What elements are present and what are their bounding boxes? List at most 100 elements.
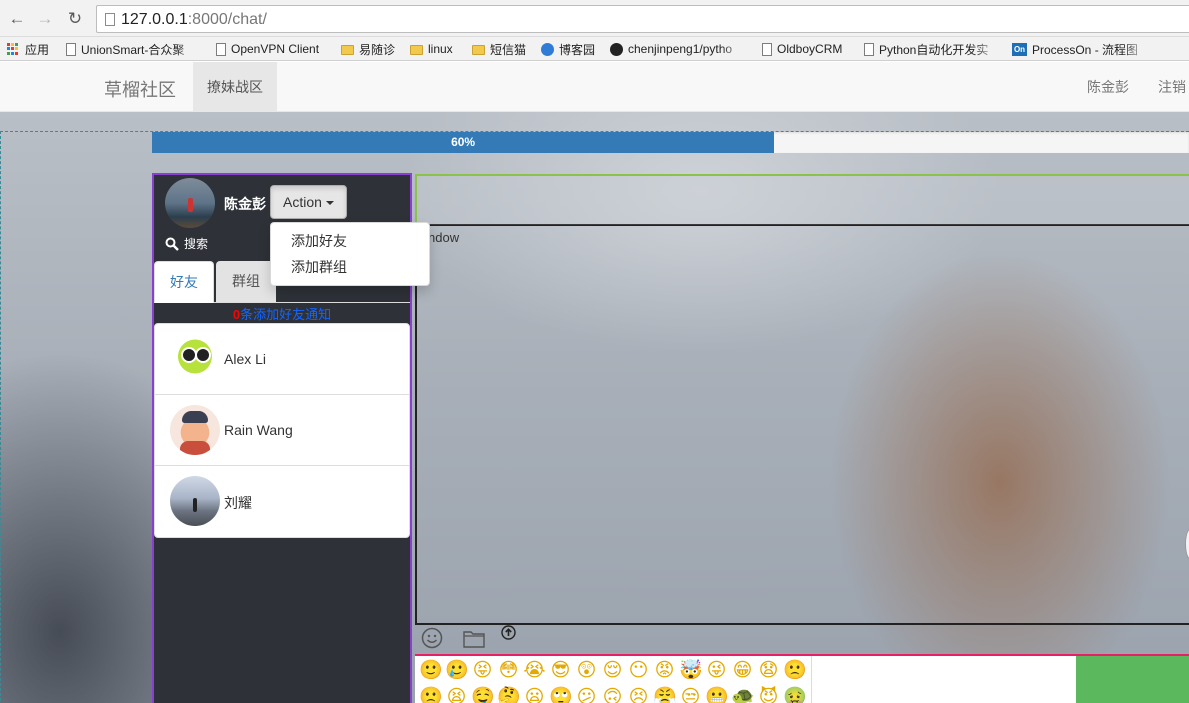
landscape-avatar: [170, 476, 220, 526]
emoji-option[interactable]: 😡: [653, 659, 676, 682]
emoji-option[interactable]: 😎: [549, 659, 572, 682]
nav-item-active[interactable]: 撩妹战区: [193, 62, 277, 112]
progress-fill: 60%: [152, 132, 775, 153]
emoji-option[interactable]: 🥲: [445, 659, 469, 682]
bookmark-openvpn[interactable]: OpenVPN Client: [216, 37, 319, 61]
caret-down-icon: [325, 201, 334, 206]
search-trigger[interactable]: 搜索: [165, 235, 208, 252]
emoji-option[interactable]: 🤯: [679, 659, 703, 682]
emoji-option[interactable]: 😶: [627, 659, 650, 682]
emoji-option[interactable]: 😈: [757, 686, 780, 703]
menu-item-add-friend[interactable]: 添加好友: [271, 228, 429, 254]
emoji-option[interactable]: 😭: [523, 659, 546, 682]
emoji-option[interactable]: 😬: [705, 686, 729, 703]
my-name: 陈金彭: [224, 196, 266, 212]
emoji-option[interactable]: 😦: [523, 686, 546, 703]
emoji-option[interactable]: 😣: [627, 686, 650, 703]
nav-user[interactable]: 陈金彭: [1087, 62, 1129, 112]
github-icon: [610, 42, 623, 56]
chat-toolbar: [415, 625, 1189, 653]
menu-item-add-group[interactable]: 添加群组: [271, 254, 429, 280]
emoji-option[interactable]: 😧: [757, 659, 780, 682]
emoji-option[interactable]: 😫: [445, 686, 468, 703]
contact-name: Rain Wang: [224, 422, 293, 438]
chat-window: ndow: [415, 225, 1189, 625]
notice-text: 条添加好友通知: [240, 307, 332, 322]
brand-link[interactable]: 草榴社区: [104, 76, 176, 102]
emoji-option[interactable]: 🙁: [419, 686, 443, 703]
contact-item[interactable]: Rain Wang: [155, 395, 409, 466]
side-scroll-handle[interactable]: [1185, 529, 1189, 559]
emoji-option[interactable]: 🤤: [471, 686, 495, 703]
bookmark-oldboycrm[interactable]: OldboyCRM: [762, 37, 842, 61]
folder-icon[interactable]: [463, 629, 485, 648]
page-icon: [762, 42, 772, 56]
emoji-option[interactable]: 🙁: [783, 659, 807, 682]
emoji-option[interactable]: 🙃: [601, 686, 624, 703]
emoji-option[interactable]: 😲: [575, 659, 598, 682]
emoji-option[interactable]: 🙂: [419, 659, 443, 682]
emoji-row: 🙂 🥲 😝 😳 😭 😎 😲 😌 😶 😡 🤯 😜 😁 😧 🙁: [419, 659, 807, 682]
apps-icon: [7, 42, 20, 56]
folder-icon: [410, 45, 423, 55]
bookmark-unionsmart[interactable]: UnionSmart-合众聚: [66, 37, 202, 61]
contact-name: Alex Li: [224, 351, 267, 367]
my-avatar[interactable]: [165, 178, 215, 228]
emoji-option[interactable]: 🐢: [731, 686, 755, 703]
bookmark-github[interactable]: chenjinpeng1/pytho: [610, 37, 748, 61]
forward-icon[interactable]: →: [34, 8, 56, 30]
emoji-option[interactable]: 😕: [575, 686, 598, 703]
back-icon[interactable]: ←: [6, 8, 28, 30]
emoji-option[interactable]: 🤢: [783, 686, 807, 703]
emoji-option[interactable]: 🙄: [549, 686, 573, 703]
tab-friends[interactable]: 好友: [154, 261, 214, 303]
cartoon-avatar: [170, 405, 220, 455]
emoji-option[interactable]: 😜: [705, 659, 728, 682]
action-dropdown-button[interactable]: Action: [270, 185, 347, 219]
url-text: 127.0.0.1:8000/chat/: [121, 11, 267, 28]
chat-header: [415, 174, 1189, 225]
page-icon: [66, 42, 76, 56]
emoji-option[interactable]: 🤔: [497, 686, 521, 703]
bookmark-duanxinmao[interactable]: 短信猫: [472, 37, 526, 61]
bookmark-python[interactable]: Python自动化开发实: [864, 37, 1000, 61]
emoji-option[interactable]: 😤: [653, 686, 677, 703]
processon-icon: On: [1012, 42, 1027, 56]
bookmark-yisuizhen[interactable]: 易随诊: [341, 37, 395, 61]
bookmark-processon[interactable]: On ProcessOn - 流程图: [1012, 37, 1150, 61]
emoji-option[interactable]: 😳: [497, 659, 520, 682]
emoji-option[interactable]: 😁: [731, 659, 754, 682]
upload-icon[interactable]: [501, 625, 516, 640]
emoji-option[interactable]: 😝: [471, 659, 494, 682]
send-button[interactable]: [1076, 656, 1189, 703]
site-navbar: 草榴社区 撩妹战区 陈金彭 注销: [0, 62, 1189, 112]
emoji-row: 🙁 😫 🤤 🤔 😦 🙄 😕 🙃 😣 😤 😒 😬 🐢 😈 🤢: [419, 686, 807, 703]
friend-request-notice[interactable]: 0条添加好友通知: [154, 304, 410, 323]
action-dropdown-menu: 添加好友 添加群组: [270, 222, 430, 286]
search-icon: [165, 237, 179, 251]
page-icon: [105, 13, 115, 26]
page-icon: [216, 42, 226, 56]
folder-icon: [341, 45, 354, 55]
bookmark-cnblogs[interactable]: 博客园: [541, 37, 595, 61]
folder-icon: [472, 45, 485, 55]
message-input-row: 🙂 🥲 😝 😳 😭 😎 😲 😌 😶 😡 🤯 😜 😁 😧 🙁 🙁 😫 🤤 🤔 😦 🙄 😕 🙃 😣 😤 😒 😬 🐢 😈 🤢: [415, 654, 1189, 703]
bookmarks-bar: 应用 UnionSmart-合众聚 OpenVPN Client 易随诊 lin…: [0, 37, 1189, 61]
emoji-option[interactable]: 😌: [601, 659, 624, 682]
emoji-icon[interactable]: [421, 627, 443, 649]
emoji-option[interactable]: 😒: [679, 686, 702, 703]
tab-groups[interactable]: 群组: [216, 261, 276, 302]
nav-logout[interactable]: 注销: [1158, 62, 1186, 112]
contact-list: Alex Li Rain Wang 刘耀: [154, 323, 410, 538]
progress-bar: 60%: [152, 132, 1189, 153]
contact-item[interactable]: Alex Li: [155, 324, 409, 395]
bookmark-apps[interactable]: 应用: [7, 37, 49, 61]
contact-item[interactable]: 刘耀: [155, 466, 409, 537]
chat-page: 60% 陈金彭 Action 搜索 好友 群组 0条添加好友通知 Alex Li: [0, 112, 1189, 703]
contact-name: 刘耀: [224, 495, 252, 511]
address-bar[interactable]: 127.0.0.1:8000/chat/: [96, 5, 1189, 33]
bookmark-linux[interactable]: linux: [410, 37, 453, 61]
reload-icon[interactable]: ↻: [64, 8, 86, 30]
emoji-panel: 🙂 🥲 😝 😳 😭 😎 😲 😌 😶 😡 🤯 😜 😁 😧 🙁 🙁 😫 🤤 🤔 😦 🙄 😕 🙃 😣 😤 😒 😬 🐢 😈 🤢: [415, 656, 812, 703]
frog-avatar: [170, 334, 220, 384]
